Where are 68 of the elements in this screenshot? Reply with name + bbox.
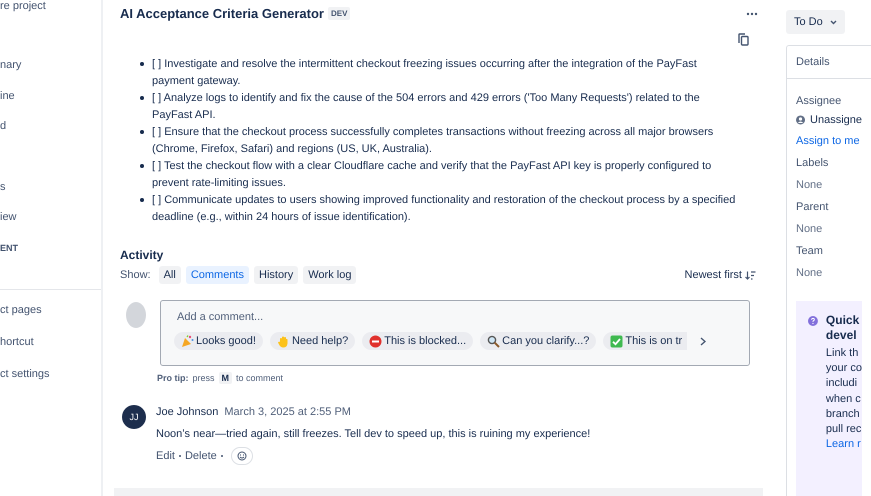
field-label: Team [796, 245, 824, 257]
section-heading: Activity [120, 248, 164, 262]
suggestion-chip[interactable]: This is on tr [603, 332, 688, 350]
criteria-item: [ ] Analyze logs to identify and fix the cause of the 504 errors and 429 errors ('Too Many Requests') related to the PayFast API. [140, 90, 738, 123]
chevron-right-icon[interactable] [700, 336, 706, 346]
field-value: None [796, 267, 824, 279]
field-label: Assignee [796, 95, 842, 107]
criteria-item: [ ] Communicate updates to users showing improved functionality and restoration of the checkout process by a specified deadline (e.g., within 24 hours of issue identification). [140, 192, 738, 225]
field-value: None [796, 179, 824, 191]
sort-button[interactable]: Newest first [684, 269, 756, 281]
assign-link[interactable]: Assign to me [796, 135, 862, 147]
assignee-value: Unassigne [810, 114, 862, 126]
sidebar-item[interactable]: nary [0, 58, 101, 88]
sidebar-item[interactable]: s [0, 180, 101, 210]
project-subtitle: re project [0, 0, 46, 12]
comment-field[interactable]: Add a comment... Looks good! Need help? This is blocked... Can you clarify...? This is on tr [160, 300, 750, 366]
filter-tab[interactable]: History [254, 266, 298, 284]
sort-icon [745, 270, 756, 280]
suggestion-chip[interactable]: Can you clarify...? [480, 332, 596, 350]
sidebar-item[interactable]: ct settings [0, 368, 101, 400]
more-icon[interactable] [746, 12, 758, 16]
sidebar-item[interactable]: hortcut [0, 336, 101, 368]
check-mark-icon [610, 334, 624, 348]
filter-tab[interactable]: Comments [186, 266, 249, 284]
add-reaction-button[interactable] [230, 447, 253, 465]
environment-tag: DEV [328, 6, 350, 20]
issue-title: AI Acceptance Criteria Generator [120, 6, 324, 20]
help-icon [808, 313, 818, 329]
keyboard-key: M [218, 372, 232, 384]
filter-label: Show: [120, 269, 151, 281]
tip-label: Pro tip: [157, 373, 188, 383]
comment-action[interactable]: Edit [156, 450, 175, 462]
field-label: Labels [796, 157, 830, 169]
learn-more-link[interactable]: Learn r [826, 437, 862, 452]
comment-text: Noon’s near—tried again, still freezes. Tell dev to speed up, this is ruining my experience! [156, 428, 590, 440]
suggestion-chip[interactable]: Need help? [270, 332, 356, 350]
comment-author: Joe Johnson [156, 406, 218, 418]
magnifier-icon [487, 334, 500, 348]
smiley-icon [236, 451, 247, 461]
suggestion-chip[interactable]: This is blocked... [362, 332, 474, 350]
filter-tab[interactable]: All [158, 266, 181, 284]
status-dropdown[interactable]: To Do [786, 10, 845, 34]
comment-action[interactable]: Delete [184, 450, 217, 462]
chevron-down-icon [830, 20, 837, 24]
sidebar-item[interactable]: ct pages [0, 304, 101, 336]
comment-time: March 3, 2025 at 2:55 PM [224, 406, 351, 418]
tip-text: to comment [236, 373, 284, 383]
sidebar-item[interactable]: d [0, 119, 101, 150]
tip-text: press [192, 373, 215, 383]
sidebar-item[interactable]: iew [0, 210, 101, 240]
criteria-item: [ ] Test the checkout flow with a clear Cloudflare cache and verify that the PayFast API key is properly configured to prevent rate-limiting issues. [140, 158, 738, 191]
sidebar-item[interactable]: ine [0, 88, 101, 119]
user-avatar [126, 302, 146, 328]
panel-heading: Details [787, 46, 871, 79]
promo-text: Link th your co includi when c branch pull rec [826, 346, 862, 438]
criteria-item: [ ] Ensure that the checkout process successfully completes transactions without freezing across all major browsers (Chrome, Firefox, Safari) and regions (US, UK, Australia). [140, 124, 738, 157]
suggestion-chip[interactable]: Looks good! [174, 332, 263, 350]
party-popper-icon [181, 334, 194, 348]
field-value: None [796, 223, 824, 235]
criteria-item: [ ] Investigate and resolve the intermittent checkout freezing issues occurring after the integration of the PayFast payment gateway. [140, 56, 738, 89]
author-avatar: JJ [122, 405, 146, 429]
no-entry-icon [369, 334, 382, 348]
promo-title: Quick devel [826, 313, 860, 343]
sidebar-item[interactable]: ENT [0, 240, 101, 271]
copy-icon[interactable] [738, 32, 749, 46]
waving-hand-icon [276, 334, 290, 348]
field-label: Parent [796, 201, 830, 213]
filter-tab[interactable]: Work log [303, 266, 356, 284]
